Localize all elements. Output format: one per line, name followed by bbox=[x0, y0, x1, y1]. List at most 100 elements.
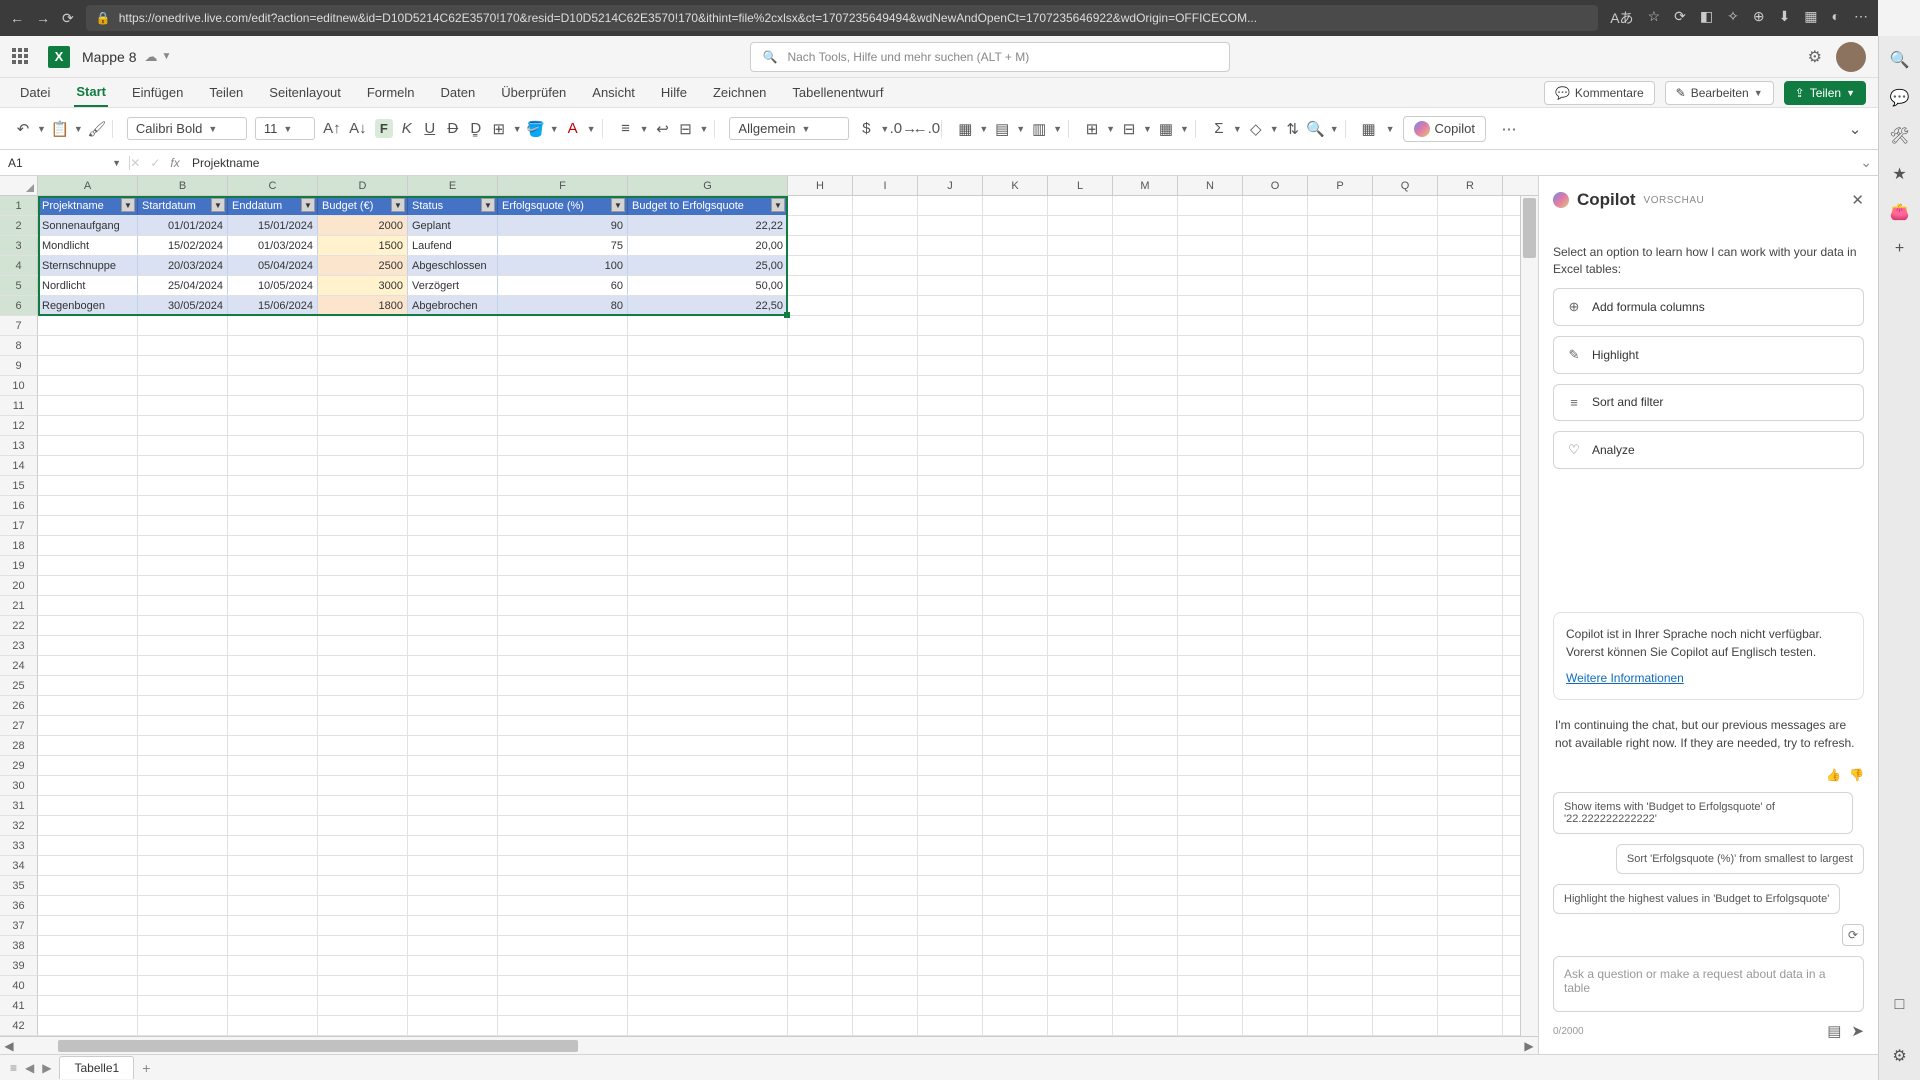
cell[interactable] bbox=[1243, 496, 1308, 515]
cell[interactable] bbox=[983, 596, 1048, 615]
name-box[interactable]: A1▼ bbox=[0, 156, 130, 170]
cell[interactable] bbox=[138, 1016, 228, 1035]
cell[interactable] bbox=[1048, 336, 1113, 355]
cell[interactable] bbox=[498, 736, 628, 755]
cell[interactable] bbox=[983, 916, 1048, 935]
cell[interactable] bbox=[1113, 516, 1178, 535]
settings-icon[interactable]: ⚙ bbox=[1892, 1046, 1906, 1066]
cell[interactable] bbox=[1048, 436, 1113, 455]
cell[interactable] bbox=[1243, 736, 1308, 755]
cell[interactable] bbox=[1048, 676, 1113, 695]
cell[interactable] bbox=[138, 456, 228, 475]
collapse-ribbon-icon[interactable]: ⌄ bbox=[1846, 120, 1864, 138]
cell[interactable] bbox=[318, 336, 408, 355]
cell[interactable] bbox=[228, 856, 318, 875]
cell[interactable] bbox=[983, 476, 1048, 495]
cell[interactable] bbox=[628, 716, 788, 735]
cell[interactable] bbox=[1113, 576, 1178, 595]
merge-icon[interactable]: ⊟ bbox=[676, 120, 694, 138]
row-header[interactable]: 20 bbox=[0, 576, 38, 595]
cell[interactable] bbox=[38, 456, 138, 475]
cell[interactable] bbox=[1048, 716, 1113, 735]
cell[interactable] bbox=[788, 436, 853, 455]
cell[interactable] bbox=[983, 396, 1048, 415]
cell[interactable] bbox=[1373, 596, 1438, 615]
next-sheet-icon[interactable]: ▶ bbox=[42, 1061, 51, 1075]
cell[interactable] bbox=[1048, 976, 1113, 995]
cell[interactable] bbox=[138, 436, 228, 455]
cell[interactable] bbox=[408, 956, 498, 975]
cell[interactable] bbox=[1308, 936, 1373, 955]
cell[interactable] bbox=[1373, 576, 1438, 595]
tools-icon[interactable]: 🛠 bbox=[1889, 126, 1909, 146]
tab-teilen[interactable]: Teilen bbox=[207, 79, 245, 106]
cell[interactable]: 100 bbox=[498, 256, 628, 275]
plus-icon[interactable]: + bbox=[1895, 240, 1904, 258]
cell[interactable] bbox=[1113, 556, 1178, 575]
cell[interactable] bbox=[138, 996, 228, 1015]
cell[interactable]: Sternschnuppe bbox=[38, 256, 138, 275]
col-header[interactable]: P bbox=[1308, 176, 1373, 195]
cell[interactable] bbox=[1438, 996, 1503, 1015]
cell[interactable] bbox=[918, 816, 983, 835]
wallet-icon[interactable]: 👛 bbox=[1890, 202, 1910, 222]
cell[interactable] bbox=[788, 716, 853, 735]
cell[interactable] bbox=[1178, 396, 1243, 415]
cell[interactable] bbox=[918, 396, 983, 415]
cell[interactable] bbox=[1243, 856, 1308, 875]
cell[interactable] bbox=[138, 776, 228, 795]
cell[interactable] bbox=[788, 916, 853, 935]
cell[interactable] bbox=[983, 296, 1048, 315]
cell[interactable] bbox=[853, 316, 918, 335]
cell[interactable] bbox=[138, 596, 228, 615]
cell[interactable] bbox=[1048, 556, 1113, 575]
cell[interactable] bbox=[628, 556, 788, 575]
cell[interactable] bbox=[498, 496, 628, 515]
cell[interactable] bbox=[1243, 796, 1308, 815]
cell[interactable] bbox=[138, 496, 228, 515]
cell[interactable] bbox=[1308, 276, 1373, 295]
cell[interactable] bbox=[318, 716, 408, 735]
cell[interactable] bbox=[1113, 196, 1178, 215]
cell[interactable] bbox=[318, 896, 408, 915]
cell[interactable] bbox=[408, 696, 498, 715]
row-header[interactable]: 7 bbox=[0, 316, 38, 335]
cell[interactable] bbox=[918, 876, 983, 895]
tab-start[interactable]: Start bbox=[74, 78, 108, 107]
cell[interactable] bbox=[138, 896, 228, 915]
cell[interactable] bbox=[788, 476, 853, 495]
cell[interactable] bbox=[918, 1016, 983, 1035]
cell[interactable] bbox=[1048, 696, 1113, 715]
vertical-scrollbar[interactable] bbox=[1520, 196, 1538, 1036]
cell[interactable] bbox=[1243, 776, 1308, 795]
cell[interactable] bbox=[983, 936, 1048, 955]
cell[interactable] bbox=[408, 856, 498, 875]
double-underline-icon[interactable]: D̳ bbox=[467, 120, 485, 138]
cell[interactable] bbox=[918, 216, 983, 235]
cell[interactable] bbox=[498, 876, 628, 895]
cell[interactable] bbox=[138, 736, 228, 755]
cell[interactable] bbox=[498, 596, 628, 615]
cell[interactable] bbox=[1438, 336, 1503, 355]
col-header[interactable]: C bbox=[228, 176, 318, 195]
cell[interactable] bbox=[138, 356, 228, 375]
paste-icon[interactable]: 📋 bbox=[51, 120, 69, 138]
row-header[interactable]: 34 bbox=[0, 856, 38, 875]
cell[interactable] bbox=[918, 336, 983, 355]
cell[interactable] bbox=[1438, 716, 1503, 735]
cell[interactable] bbox=[1243, 476, 1308, 495]
cell[interactable] bbox=[408, 396, 498, 415]
cell[interactable] bbox=[788, 736, 853, 755]
cell[interactable] bbox=[1243, 896, 1308, 915]
cell[interactable] bbox=[498, 436, 628, 455]
cell[interactable] bbox=[1048, 576, 1113, 595]
cell[interactable] bbox=[228, 836, 318, 855]
cell[interactable] bbox=[788, 536, 853, 555]
copilot-more-info-link[interactable]: Weitere Informationen bbox=[1566, 671, 1684, 685]
cell[interactable] bbox=[853, 416, 918, 435]
cell[interactable] bbox=[408, 876, 498, 895]
chevron-down-icon[interactable]: ▼ bbox=[161, 51, 171, 62]
cell[interactable] bbox=[1113, 296, 1178, 315]
copilot-suggestion-3[interactable]: Highlight the highest values in 'Budget … bbox=[1553, 884, 1840, 914]
cell[interactable] bbox=[1113, 676, 1178, 695]
